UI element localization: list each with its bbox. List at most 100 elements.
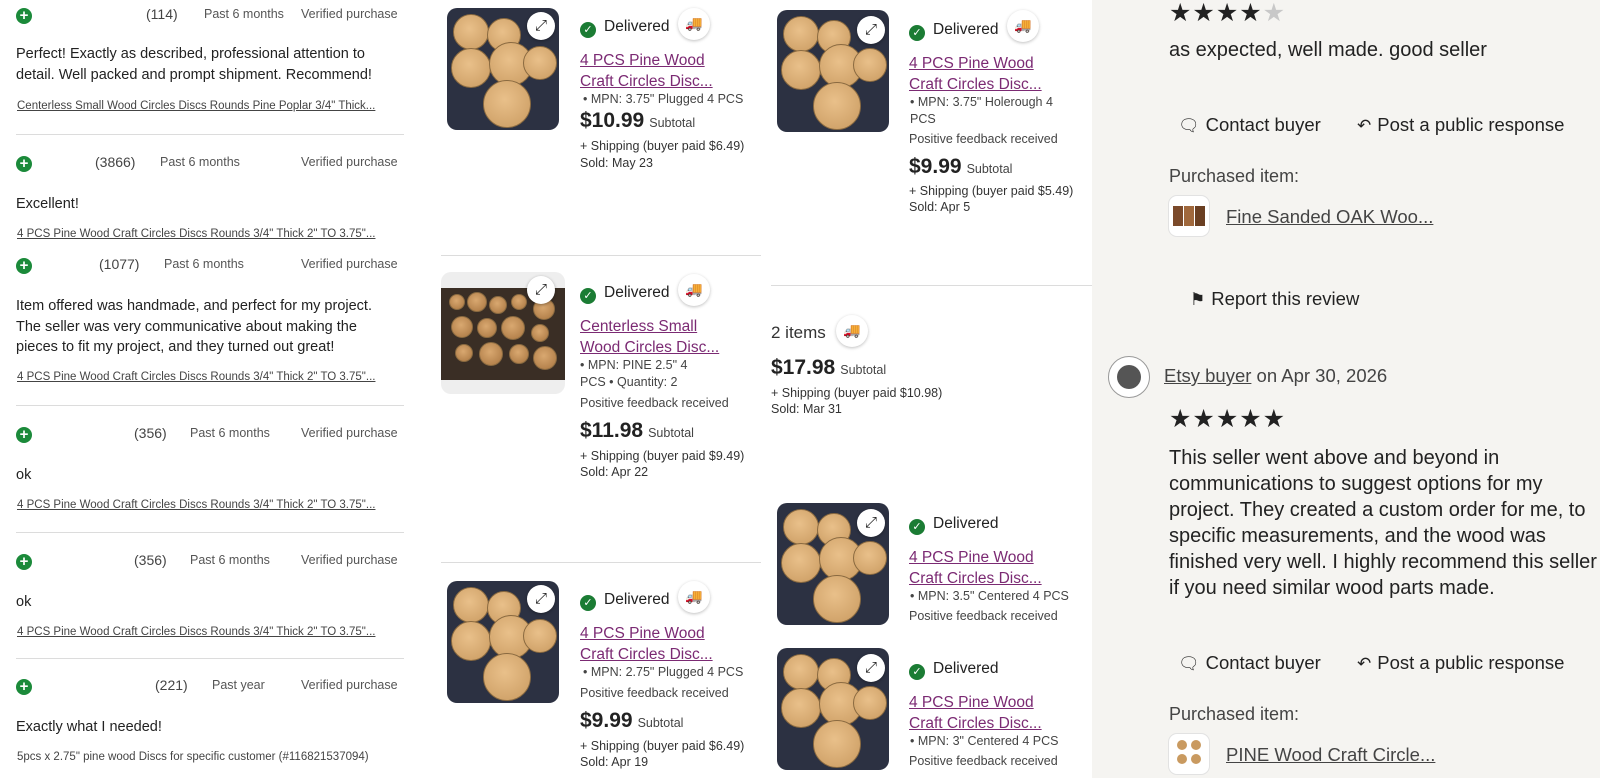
order-price: $17.98 Subtotal (771, 356, 887, 379)
order-title-link[interactable]: 4 PCS Pine Wood Craft Circles Disc... (909, 53, 1059, 95)
expand-arrows-icon[interactable]: ⤢ (527, 585, 555, 613)
divider (771, 285, 1092, 286)
rating-count: (3866) (95, 154, 136, 170)
time-period: Past 6 months (190, 426, 270, 440)
contact-buyer-button[interactable]: 🗨 Contact buyer (1178, 114, 1321, 136)
purchased-item-link[interactable]: Fine Sanded OAK Woo... (1226, 206, 1433, 228)
plus-circle-icon: + (16, 8, 32, 24)
order-mpn: • MPN: PINE 2.5" 4 PCS • Quantity: 2 (580, 358, 688, 389)
truck-icon[interactable]: 🚚 (678, 274, 710, 306)
order-shipping: + Shipping (buyer paid $6.49) (580, 139, 745, 153)
verified-badge: Verified purchase (301, 7, 398, 21)
check-circle-icon: ✓ (580, 595, 596, 611)
feedback-received: Positive feedback received (909, 132, 1058, 146)
product-thumbnail[interactable]: ⤢ (777, 648, 889, 770)
order-shipping: + Shipping (buyer paid $5.49) (909, 184, 1074, 198)
purchased-item-thumbnail[interactable] (1169, 196, 1209, 236)
contact-buyer-button[interactable]: 🗨 Contact buyer (1178, 652, 1321, 674)
order-title-link[interactable]: 4 PCS Pine Wood Craft Circles Disc... (580, 623, 730, 665)
product-thumbnail[interactable]: ⤢ (447, 581, 559, 703)
time-period: Past 6 months (204, 7, 284, 21)
order-sold-date: Sold: Apr 19 (580, 755, 649, 769)
divider (441, 562, 761, 563)
feedback-item-text: 5pcs x 2.75" pine wood Discs for specifi… (17, 751, 369, 763)
plus-circle-icon: + (16, 554, 32, 570)
order-title-link[interactable]: Centerless Small Wood Circles Disc... (580, 316, 730, 358)
time-period: Past year (212, 678, 265, 692)
purchased-item-label: Purchased item: (1169, 166, 1300, 186)
order-shipping: + Shipping (buyer paid $6.49) (580, 739, 745, 753)
feedback-text: Exactly what I needed! (16, 719, 162, 735)
feedback-received: Positive feedback received (909, 754, 1058, 768)
order-shipping: + Shipping (buyer paid $9.49) (580, 449, 745, 463)
order-sold-date: Sold: Apr 5 (909, 200, 971, 214)
message-icon: 🗨 (1178, 116, 1200, 135)
report-review-button[interactable]: ⚑ Report this review (1190, 288, 1359, 310)
reviewer-name-link[interactable]: Etsy buyer (1164, 365, 1251, 386)
expand-arrows-icon[interactable]: ⤢ (527, 12, 555, 40)
feedback-item-link[interactable]: Centerless Small Wood Circles Discs Roun… (17, 100, 397, 112)
feedback-item-link[interactable]: 4 PCS Pine Wood Craft Circles Discs Roun… (17, 228, 397, 240)
divider (16, 405, 404, 406)
feedback-text: Perfect! Exactly as described, professio… (16, 46, 372, 83)
reviewer-line: Etsy buyer on Apr 30, 2026 (1164, 365, 1388, 386)
time-period: Past 6 months (160, 155, 240, 169)
order-price: $9.99 Subtotal (580, 709, 684, 732)
product-thumbnail[interactable]: ⤢ (441, 272, 565, 394)
time-period: Past 6 months (164, 257, 244, 271)
rating-count: (356) (134, 552, 167, 568)
product-thumbnail[interactable]: ⤢ (777, 10, 889, 132)
truck-icon[interactable]: 🚚 (678, 8, 710, 40)
order-price: $9.99 Subtotal (909, 155, 1013, 178)
order-mpn: • MPN: 3.5" Centered 4 PCS (910, 589, 1069, 603)
plus-circle-icon: + (16, 427, 32, 443)
item-count: 2 items (771, 323, 826, 342)
check-circle-icon: ✓ (909, 519, 925, 535)
order-sold-date: Sold: Apr 22 (580, 465, 649, 479)
order-title-link[interactable]: 4 PCS Pine Wood Craft Circles Disc... (580, 50, 730, 92)
check-circle-icon: ✓ (909, 664, 925, 680)
review-text: as expected, well made. good seller (1169, 39, 1487, 61)
reply-arrow-icon: ↶ (1357, 116, 1372, 135)
expand-arrows-icon[interactable]: ⤢ (857, 654, 885, 682)
divider (441, 255, 761, 256)
avatar (1108, 356, 1150, 398)
expand-arrows-icon[interactable]: ⤢ (527, 276, 555, 304)
rating-count: (356) (134, 425, 167, 441)
delivery-status: ✓ Delivered (580, 18, 669, 38)
message-icon: 🗨 (1178, 654, 1200, 673)
purchased-item-thumbnail[interactable] (1169, 734, 1209, 774)
check-circle-icon: ✓ (580, 288, 596, 304)
verified-badge: Verified purchase (301, 426, 398, 440)
rating-count: (1077) (99, 256, 140, 272)
feedback-item-link[interactable]: 4 PCS Pine Wood Craft Circles Discs Roun… (17, 371, 397, 383)
order-price: $10.99 Subtotal (580, 109, 696, 132)
purchased-item-label: Purchased item: (1169, 704, 1300, 724)
feedback-text: ok (16, 467, 32, 483)
order-title-link[interactable]: 4 PCS Pine Wood Craft Circles Disc... (909, 547, 1059, 589)
feedback-text: ok (16, 594, 32, 610)
verified-badge: Verified purchase (301, 678, 398, 692)
feedback-item-link[interactable]: 4 PCS Pine Wood Craft Circles Discs Roun… (17, 626, 397, 638)
order-mpn: • MPN: 2.75" Plugged 4 PCS (583, 665, 744, 679)
divider (16, 658, 404, 659)
order-title-link[interactable]: 4 PCS Pine Wood Craft Circles Disc... (909, 692, 1059, 734)
review-text: This seller went above and beyond in com… (1169, 447, 1597, 599)
review-panel: ★★★★★ as expected, well made. good selle… (1092, 0, 1600, 778)
check-circle-icon: ✓ (909, 25, 925, 41)
product-thumbnail[interactable]: ⤢ (777, 503, 889, 625)
rating-count: (114) (146, 6, 178, 22)
verified-badge: Verified purchase (301, 155, 398, 169)
order-mpn: • MPN: 3.75" Plugged 4 PCS (583, 92, 744, 106)
order-shipping: + Shipping (buyer paid $10.98) (771, 386, 943, 400)
expand-arrows-icon[interactable]: ⤢ (857, 509, 885, 537)
post-response-button[interactable]: ↶ Post a public response (1357, 652, 1564, 674)
truck-icon[interactable]: 🚚 (678, 581, 710, 613)
expand-arrows-icon[interactable]: ⤢ (857, 16, 885, 44)
feedback-item-link[interactable]: 4 PCS Pine Wood Craft Circles Discs Roun… (17, 499, 397, 511)
product-thumbnail[interactable]: ⤢ (447, 8, 559, 130)
post-response-button[interactable]: ↶ Post a public response (1357, 114, 1564, 136)
truck-icon[interactable]: 🚚 (1007, 10, 1039, 42)
purchased-item-link[interactable]: PINE Wood Craft Circle... (1226, 744, 1435, 766)
truck-icon[interactable]: 🚚 (836, 315, 868, 347)
